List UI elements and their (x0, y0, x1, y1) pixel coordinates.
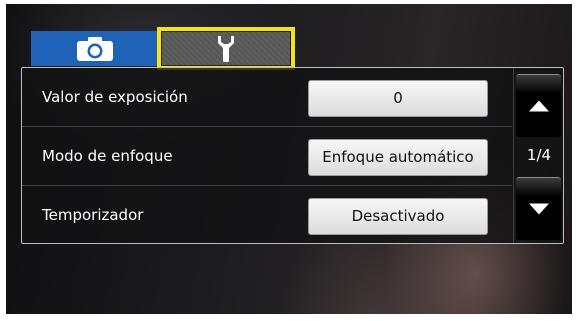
tab-camera[interactable] (31, 31, 159, 66)
camera-icon (77, 36, 113, 61)
setting-label-exposure: Valor de exposición (42, 88, 188, 106)
exposure-value-button[interactable]: 0 (308, 80, 488, 117)
arrow-up-icon (528, 100, 549, 112)
focus-mode-button[interactable]: Enfoque automático (308, 139, 488, 176)
page-scroller: 1/4 (513, 68, 564, 243)
scroll-down-button[interactable] (516, 177, 561, 240)
setting-label-timer: Temporizador (42, 206, 144, 224)
setting-label-focus: Modo de enfoque (42, 147, 173, 165)
setting-row-focus: Modo de enfoque Enfoque automático (22, 127, 512, 185)
setting-row-exposure: Valor de exposición 0 (22, 68, 512, 126)
page-indicator: 1/4 (526, 146, 552, 164)
timer-button[interactable]: Desactivado (308, 198, 488, 235)
setting-row-timer: Temporizador Desactivado (22, 186, 512, 244)
settings-panel: Valor de exposición 0 Modo de enfoque En… (21, 67, 564, 244)
scroll-up-button[interactable] (516, 74, 561, 137)
camera-viewfinder: Valor de exposición 0 Modo de enfoque En… (6, 4, 572, 314)
tab-focus-highlight (157, 27, 295, 70)
arrow-down-icon (528, 203, 549, 215)
